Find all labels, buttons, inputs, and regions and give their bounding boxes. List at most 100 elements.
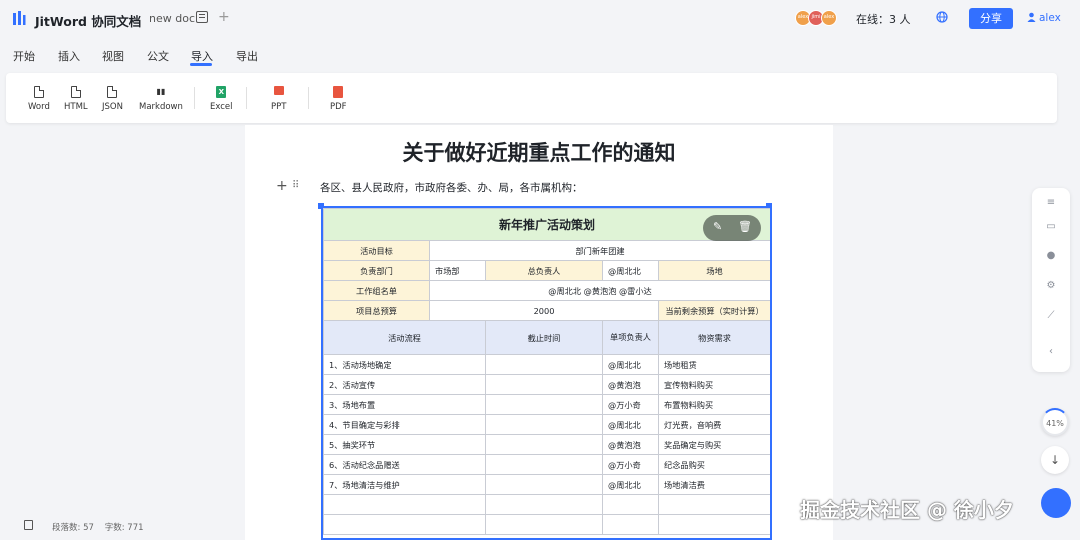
column-header[interactable]: 活动流程: [323, 320, 486, 355]
table-row[interactable]: 1、活动场地确定 @周北北 场地租赁: [323, 354, 770, 375]
table-cell[interactable]: @周北北: [602, 354, 659, 375]
username[interactable]: alex: [1039, 12, 1061, 24]
char-count-label: 字数:: [104, 523, 125, 533]
import-excel-button[interactable]: X Excel: [210, 86, 233, 112]
table-cell[interactable]: 7、场地清洁与维护: [323, 474, 486, 495]
column-header[interactable]: 截止时间: [485, 320, 603, 355]
table-cell[interactable]: 3、场地布置: [323, 394, 486, 415]
table-row[interactable]: [323, 514, 770, 535]
table-cell[interactable]: @周北北: [602, 474, 659, 495]
import-pdf-button[interactable]: PDF: [330, 86, 347, 112]
import-markdown-button[interactable]: ▮▮ Markdown: [139, 86, 183, 112]
import-html-button[interactable]: HTML: [64, 86, 88, 112]
table-cell[interactable]: @万小奇: [602, 394, 659, 415]
table-cell[interactable]: 总负责人: [485, 260, 603, 281]
table-cell[interactable]: 5、抽奖环节: [323, 434, 486, 455]
table-cell[interactable]: [323, 514, 486, 535]
table-cell[interactable]: 2000: [429, 300, 659, 321]
table-cell[interactable]: 6、活动纪念品赠送: [323, 454, 486, 475]
table-cell[interactable]: 部门新年团建: [428, 240, 770, 261]
history-icon[interactable]: ●: [1044, 249, 1058, 263]
table-row[interactable]: 5、抽奖环节 @黄泡泡 奖品确定与购买: [323, 434, 770, 455]
table-row[interactable]: 2、活动宣传 @黄泡泡 宣传物料购买: [323, 374, 770, 395]
plan-table[interactable]: 新年推广活动策划 活动目标 部门新年团建 负责部门 市场部 总负责人 @周北北 …: [321, 206, 772, 540]
menu-insert[interactable]: 插入: [58, 48, 80, 64]
table-row[interactable]: 7、场地清洁与维护 @周北北 场地清洁费: [323, 474, 770, 495]
edit-icon[interactable]: ✎: [713, 220, 722, 233]
table-cell[interactable]: [657, 514, 770, 535]
avatar[interactable]: alex: [821, 10, 837, 26]
table-cell[interactable]: 布置物料购买: [657, 394, 770, 415]
table-cell[interactable]: 纪念品购买: [657, 454, 770, 475]
table-cell[interactable]: [485, 354, 603, 375]
share-button[interactable]: 分享: [969, 8, 1013, 29]
import-word-button[interactable]: Word: [28, 86, 50, 112]
table-cell[interactable]: 工作组名单: [323, 280, 430, 301]
table-cell[interactable]: @周北北: [602, 260, 659, 281]
table-cell[interactable]: [485, 434, 603, 455]
globe-icon[interactable]: [936, 11, 948, 23]
menu-start[interactable]: 开始: [13, 48, 35, 64]
collaborator-avatars[interactable]: alex jimi alex: [795, 10, 839, 26]
drag-handle-icon[interactable]: ⠿: [292, 180, 299, 191]
table-cell[interactable]: 场地: [657, 260, 770, 281]
table-cell[interactable]: [485, 414, 603, 435]
table-cell[interactable]: @黄泡泡: [602, 434, 659, 455]
table-cell[interactable]: 奖品确定与购买: [657, 434, 770, 455]
pdf-icon: [333, 86, 344, 98]
import-json-button[interactable]: JSON: [102, 86, 123, 112]
table-row[interactable]: 4、节目确定与彩排 @周北北 灯光费，音响费: [323, 414, 770, 435]
table-cell[interactable]: 宣传物料购买: [657, 374, 770, 395]
new-doc-plus-icon[interactable]: +: [218, 9, 230, 25]
magic-wand-icon[interactable]: ⟋: [1044, 309, 1058, 323]
menu-export[interactable]: 导出: [236, 48, 258, 64]
gear-icon[interactable]: ⚙: [1044, 279, 1058, 293]
comment-icon[interactable]: ▭: [1044, 220, 1058, 234]
zoom-indicator[interactable]: 41%: [1041, 408, 1069, 436]
table-cell[interactable]: 负责部门: [323, 260, 430, 281]
table-cell[interactable]: @万小奇: [602, 454, 659, 475]
doc-name[interactable]: new doc: [149, 12, 195, 25]
table-cell[interactable]: 活动目标: [323, 240, 430, 261]
assistant-button[interactable]: [1041, 488, 1071, 518]
table-row[interactable]: 3、场地布置 @万小奇 布置物料购买: [323, 394, 770, 415]
table-cell[interactable]: [323, 494, 486, 515]
menu-lines-icon[interactable]: ≡: [1044, 196, 1058, 210]
column-header[interactable]: 物资需求: [657, 320, 770, 355]
menu-import[interactable]: 导入: [191, 48, 213, 64]
collapse-chevron-icon[interactable]: ‹: [1044, 345, 1058, 359]
table-cell[interactable]: [602, 494, 659, 515]
table-row[interactable]: 6、活动纪念品赠送 @万小奇 纪念品购买: [323, 454, 770, 475]
document-paragraph[interactable]: 各区、县人民政府，市政府各委、办、局，各市属机构：: [320, 180, 583, 195]
table-cell[interactable]: 市场部: [429, 260, 486, 281]
table-cell[interactable]: 场地清洁费: [657, 474, 770, 495]
table-cell[interactable]: 1、活动场地确定: [323, 354, 486, 375]
table-cell[interactable]: [485, 374, 603, 395]
table-cell[interactable]: 场地租赁: [657, 354, 770, 375]
table-row[interactable]: [323, 494, 770, 515]
add-block-icon[interactable]: +: [276, 178, 288, 194]
table-cell[interactable]: @周北北: [602, 414, 659, 435]
scroll-down-icon[interactable]: ↓: [1041, 446, 1069, 474]
menu-view[interactable]: 视图: [102, 48, 124, 64]
table-cell[interactable]: 当前剩余预算（实时计算）: [657, 300, 770, 321]
column-header[interactable]: 单项负责人: [602, 320, 659, 355]
table-cell[interactable]: 4、节目确定与彩排: [323, 414, 486, 435]
table-cell[interactable]: 项目总预算: [323, 300, 430, 321]
table-cell[interactable]: 2、活动宣传: [323, 374, 486, 395]
table-cell[interactable]: [485, 394, 603, 415]
table-cell[interactable]: [485, 514, 603, 535]
table-cell[interactable]: [485, 494, 603, 515]
doc-outline-icon[interactable]: [196, 11, 208, 23]
import-ppt-button[interactable]: PPT: [271, 86, 286, 112]
table-cell[interactable]: [602, 514, 659, 535]
table-cell[interactable]: [485, 474, 603, 495]
delete-icon[interactable]: 🗑: [738, 220, 752, 233]
table-cell[interactable]: [657, 494, 770, 515]
table-cell[interactable]: @黄泡泡: [602, 374, 659, 395]
document-title[interactable]: 关于做好近期重点工作的通知: [245, 137, 833, 167]
table-cell[interactable]: @周北北 @黄泡泡 @雷小达: [428, 280, 770, 301]
table-cell[interactable]: 灯光费，音响费: [657, 414, 770, 435]
table-cell[interactable]: [485, 454, 603, 475]
menu-official-doc[interactable]: 公文: [147, 48, 169, 64]
